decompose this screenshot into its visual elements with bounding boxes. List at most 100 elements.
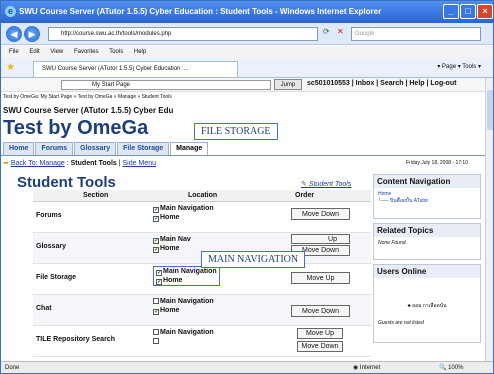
table-row: Chat Main Navigation ✓Home Move Down: [33, 295, 371, 326]
tab-home[interactable]: Home: [3, 142, 35, 155]
user-links[interactable]: sc501010553 | Inbox | Search | Help | Lo…: [307, 80, 456, 87]
tab-file-storage[interactable]: File Storage: [117, 142, 170, 155]
favorites-star-icon[interactable]: ★: [6, 62, 15, 73]
home-checkbox[interactable]: [153, 338, 159, 344]
home-checkbox[interactable]: ✓: [153, 216, 159, 222]
related-topics-title: Related Topics: [374, 224, 480, 237]
vertical-scrollbar[interactable]: [485, 78, 493, 361]
online-user[interactable]: ออม กาเลือดนั่น: [412, 303, 446, 309]
users-online-box: Users Online ♣ ออม กาเลือดนั่น Guests ar…: [373, 264, 481, 343]
course-title: Test by OmeGa: [3, 117, 149, 139]
back-row: ➥ Back To: Manage : Student Tools | Side…: [3, 160, 156, 167]
back-to-manage-link[interactable]: Back To: Manage: [11, 160, 65, 167]
move-up-button[interactable]: Move Up: [291, 272, 350, 284]
search-input[interactable]: Google: [351, 27, 481, 41]
content-navigation-title: Content Navigation: [374, 175, 480, 188]
tab-manage[interactable]: Manage: [170, 142, 209, 155]
menu-bar: File Edit View Favorites Tools Help: [1, 46, 493, 58]
date-display: Friday July 18, 2008 - 17:10: [406, 160, 468, 166]
file-storage-callout: FILE STORAGE: [194, 123, 278, 140]
move-down-button[interactable]: Move Down: [291, 305, 350, 317]
tab-row: ★ SWU Course Server (ATutor 1.5.5) Cyber…: [1, 58, 493, 78]
tab-forums[interactable]: Forums: [35, 142, 74, 155]
browser-tab[interactable]: SWU Course Server (ATutor 1.5.5) Cyber E…: [33, 61, 238, 77]
section-name: File Storage: [36, 274, 77, 281]
main-nav-label: Main Nav: [160, 236, 191, 243]
main-nav-label: Main Navigation: [163, 268, 217, 275]
move-down-button[interactable]: Move Down: [291, 208, 350, 220]
tab-glossary[interactable]: Glossary: [74, 142, 117, 155]
home-checkbox[interactable]: ✓: [153, 309, 159, 315]
course-nav-tabs: Home Forums Glossary File Storage Manage: [3, 142, 209, 155]
status-text: Done: [5, 365, 20, 371]
guests-text: Guests are not listed: [378, 320, 424, 326]
back-arrow-icon[interactable]: ◀: [6, 26, 22, 42]
menu-file[interactable]: File: [9, 49, 19, 55]
title-bar: e SWU Course Server (ATutor 1.5.5) Cyber…: [1, 1, 493, 23]
table-row: TILE Repository Search Main Navigation M…: [33, 326, 371, 357]
maximize-button[interactable]: □: [460, 4, 476, 19]
location-cell: ✓Main Navigation ✓Home: [153, 266, 220, 286]
student-tools-table: Section Location Order Forums ✓Main Navi…: [33, 190, 371, 357]
stop-icon[interactable]: ✕: [337, 27, 344, 36]
related-topics-box: Related Topics None Found.: [373, 223, 481, 260]
page-tools-menu[interactable]: ▾ Page ▾ Tools ▾: [437, 63, 481, 70]
back-arrow-icon: ➥: [3, 160, 9, 167]
menu-tools[interactable]: Tools: [109, 49, 123, 55]
minimize-button[interactable]: _: [443, 4, 459, 19]
start-page-select[interactable]: My Start Page: [61, 80, 271, 90]
section-name: Glossary: [36, 243, 66, 250]
home-label: Home: [160, 245, 180, 252]
menu-help[interactable]: Help: [134, 49, 146, 55]
main-navigation-callout: MAIN NAVIGATION: [201, 251, 306, 268]
header-order: Order: [295, 192, 315, 199]
users-online-body: ♣ ออม กาเลือดนั่น Guests are not listed: [374, 278, 480, 342]
location-cell: Main Navigation: [153, 328, 214, 346]
status-bar: Done ◉ Internet 🔍 100%: [1, 361, 493, 373]
main-nav-label: Main Navigation: [160, 298, 214, 305]
header-location: Location: [188, 192, 218, 199]
globe-icon: ◉: [353, 365, 360, 371]
jump-row: My Start Page Jump sc501010553 | Inbox |…: [1, 78, 485, 92]
related-topics-text: None Found.: [378, 240, 407, 246]
page-content: My Start Page Jump sc501010553 | Inbox |…: [1, 78, 485, 361]
table-header: Section Location Order: [33, 190, 371, 202]
home-label: Home: [160, 307, 180, 314]
address-bar[interactable]: http://course.swu.ac.th/tools/modules.ph…: [48, 27, 318, 41]
breadcrumb: Test by OmeGa: My Start Page » Test by O…: [3, 94, 172, 100]
main-nav-checkbox[interactable]: [153, 298, 159, 304]
location-cell: ✓Main Nav ✓Home: [153, 235, 191, 253]
tools-icon: ✎: [301, 181, 309, 188]
menu-favorites[interactable]: Favorites: [74, 49, 99, 55]
menu-view[interactable]: View: [50, 49, 63, 55]
zoom-level[interactable]: 🔍 100%: [439, 362, 464, 373]
side-menu-link[interactable]: Side Menu: [123, 160, 156, 167]
address-row: ◀ ▶ http://course.swu.ac.th/tools/module…: [1, 23, 493, 45]
zone-indicator: ◉ Internet: [353, 362, 381, 373]
menu-edit[interactable]: Edit: [29, 49, 39, 55]
window-title: SWU Course Server (ATutor 1.5.5) Cyber E…: [19, 7, 382, 16]
content-nav-child-link[interactable]: └── ปิ่นตื้อยปั้น ATutor: [378, 198, 476, 205]
close-button[interactable]: ×: [477, 4, 493, 19]
move-down-button[interactable]: Move Down: [297, 341, 343, 352]
scroll-thumb[interactable]: [487, 90, 493, 130]
content-nav-home-link[interactable]: Home: [378, 191, 476, 198]
home-checkbox[interactable]: ✓: [153, 247, 159, 253]
forward-arrow-icon[interactable]: ▶: [24, 26, 40, 42]
section-name: Forums: [36, 212, 62, 219]
refresh-icon[interactable]: ⟳: [323, 27, 330, 36]
jump-button[interactable]: Jump: [274, 79, 302, 90]
table-row: Forums ✓Main Navigation ✓Home Move Down: [33, 202, 371, 233]
location-cell: ✓Main Navigation ✓Home: [153, 204, 214, 222]
move-up-button[interactable]: Up: [291, 234, 350, 244]
zoom-label: 100%: [448, 365, 464, 371]
tab-divider: [1, 155, 485, 156]
student-tools-link-label: Student Tools: [308, 181, 352, 188]
table-row: File Storage ✓Main Navigation ✓Home Move…: [33, 264, 371, 295]
student-tools-link[interactable]: ✎ Student Tools: [301, 180, 351, 188]
move-up-button[interactable]: Move Up: [297, 328, 343, 339]
header-section: Section: [83, 192, 109, 199]
zone-label: Internet: [359, 365, 381, 371]
home-checkbox[interactable]: ✓: [156, 279, 162, 285]
main-nav-checkbox[interactable]: [153, 329, 159, 335]
